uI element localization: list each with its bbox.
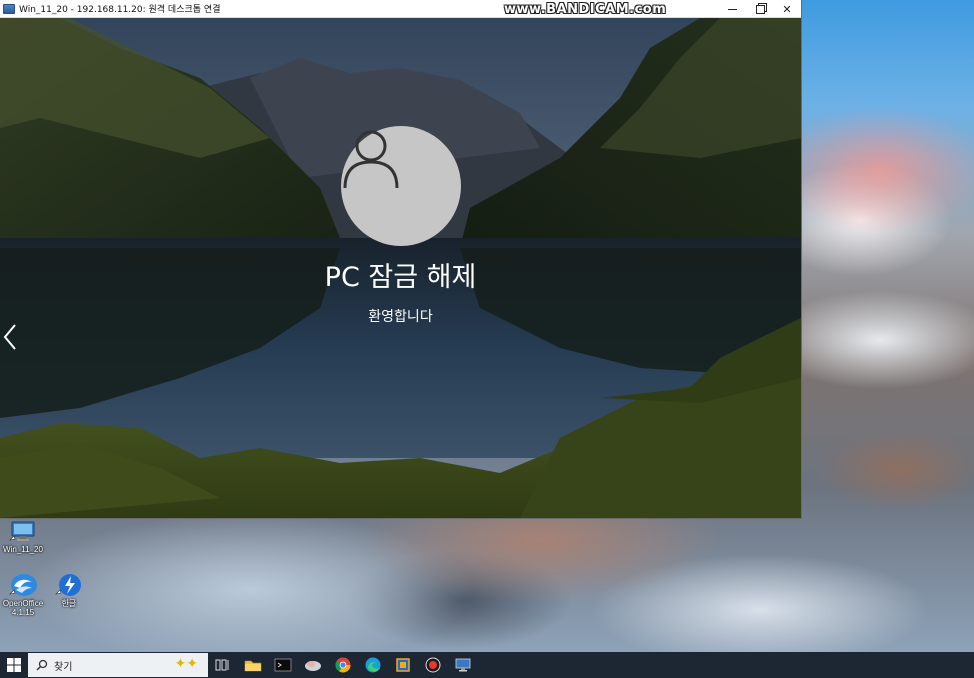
taskbar-file-explorer[interactable]: [238, 652, 268, 678]
remote-desktop-icon: [455, 658, 471, 672]
welcome-text: 환영합니다: [368, 309, 433, 325]
windows-icon: [7, 658, 21, 672]
remote-desktop-icon: [3, 3, 15, 14]
lock-screen[interactable]: PC 잠금 해제 환영합니다: [0, 18, 801, 518]
bandicam-watermark: www.BANDICAM.com: [504, 2, 667, 17]
close-button[interactable]: [773, 0, 801, 18]
task-view-icon: [215, 659, 229, 671]
taskbar-search-input[interactable]: 찾기 ✦✦: [28, 653, 208, 677]
file-explorer-icon: [244, 660, 262, 672]
record-icon: [425, 657, 441, 673]
taskbar-recorder[interactable]: [418, 652, 448, 678]
remote-desktop-window[interactable]: Win_11_20 - 192.168.11.20: 원격 데스크톱 연결 ww…: [0, 0, 801, 518]
restore-button[interactable]: [746, 0, 774, 18]
window-title: Win_11_20 - 192.168.11.20: 원격 데스크톱 연결: [19, 5, 221, 15]
user-icon: [343, 130, 399, 189]
unlock-title[interactable]: PC 잠금 해제: [0, 255, 801, 294]
edge-icon: [365, 657, 381, 673]
desktop-icon-label: Win_11_20: [3, 545, 43, 554]
desktop-icon-label: 한글: [61, 599, 77, 608]
minimize-button[interactable]: [718, 0, 746, 18]
taskbar-terminal[interactable]: [268, 652, 298, 678]
desktop-icon-win11[interactable]: Win_11_20: [0, 518, 46, 554]
hanword-icon: [54, 572, 84, 598]
chrome-icon: [335, 657, 351, 673]
remote-desktop-icon: [8, 518, 38, 544]
previous-arrow-icon[interactable]: [3, 323, 21, 353]
search-placeholder: 찾기: [54, 661, 73, 673]
taskbar-chrome[interactable]: [328, 652, 358, 678]
taskbar-edge[interactable]: [358, 652, 388, 678]
copilot-sparkle-icon: ✦✦: [174, 656, 198, 672]
openoffice-icon: [8, 572, 38, 598]
desktop-icon-hanword[interactable]: 한글: [46, 572, 92, 608]
desktop-icon-label: OpenOffice 4.1.15: [2, 599, 44, 617]
taskbar-cloud-app[interactable]: [298, 652, 328, 678]
desktop-icon-openoffice[interactable]: OpenOffice 4.1.15: [0, 572, 46, 617]
search-icon: [36, 659, 48, 671]
window-titlebar[interactable]: Win_11_20 - 192.168.11.20: 원격 데스크톱 연결 ww…: [0, 0, 801, 18]
virtualbox-icon: [396, 658, 410, 672]
cloud-app-icon: [305, 661, 321, 671]
taskbar-remote-desktop[interactable]: [448, 652, 478, 678]
taskbar: 찾기 ✦✦: [0, 652, 974, 678]
terminal-icon: [274, 658, 292, 672]
taskbar-virtualbox[interactable]: [388, 652, 418, 678]
taskbar-task-view[interactable]: [208, 652, 238, 678]
user-avatar: [341, 126, 461, 246]
start-button[interactable]: [0, 652, 28, 678]
